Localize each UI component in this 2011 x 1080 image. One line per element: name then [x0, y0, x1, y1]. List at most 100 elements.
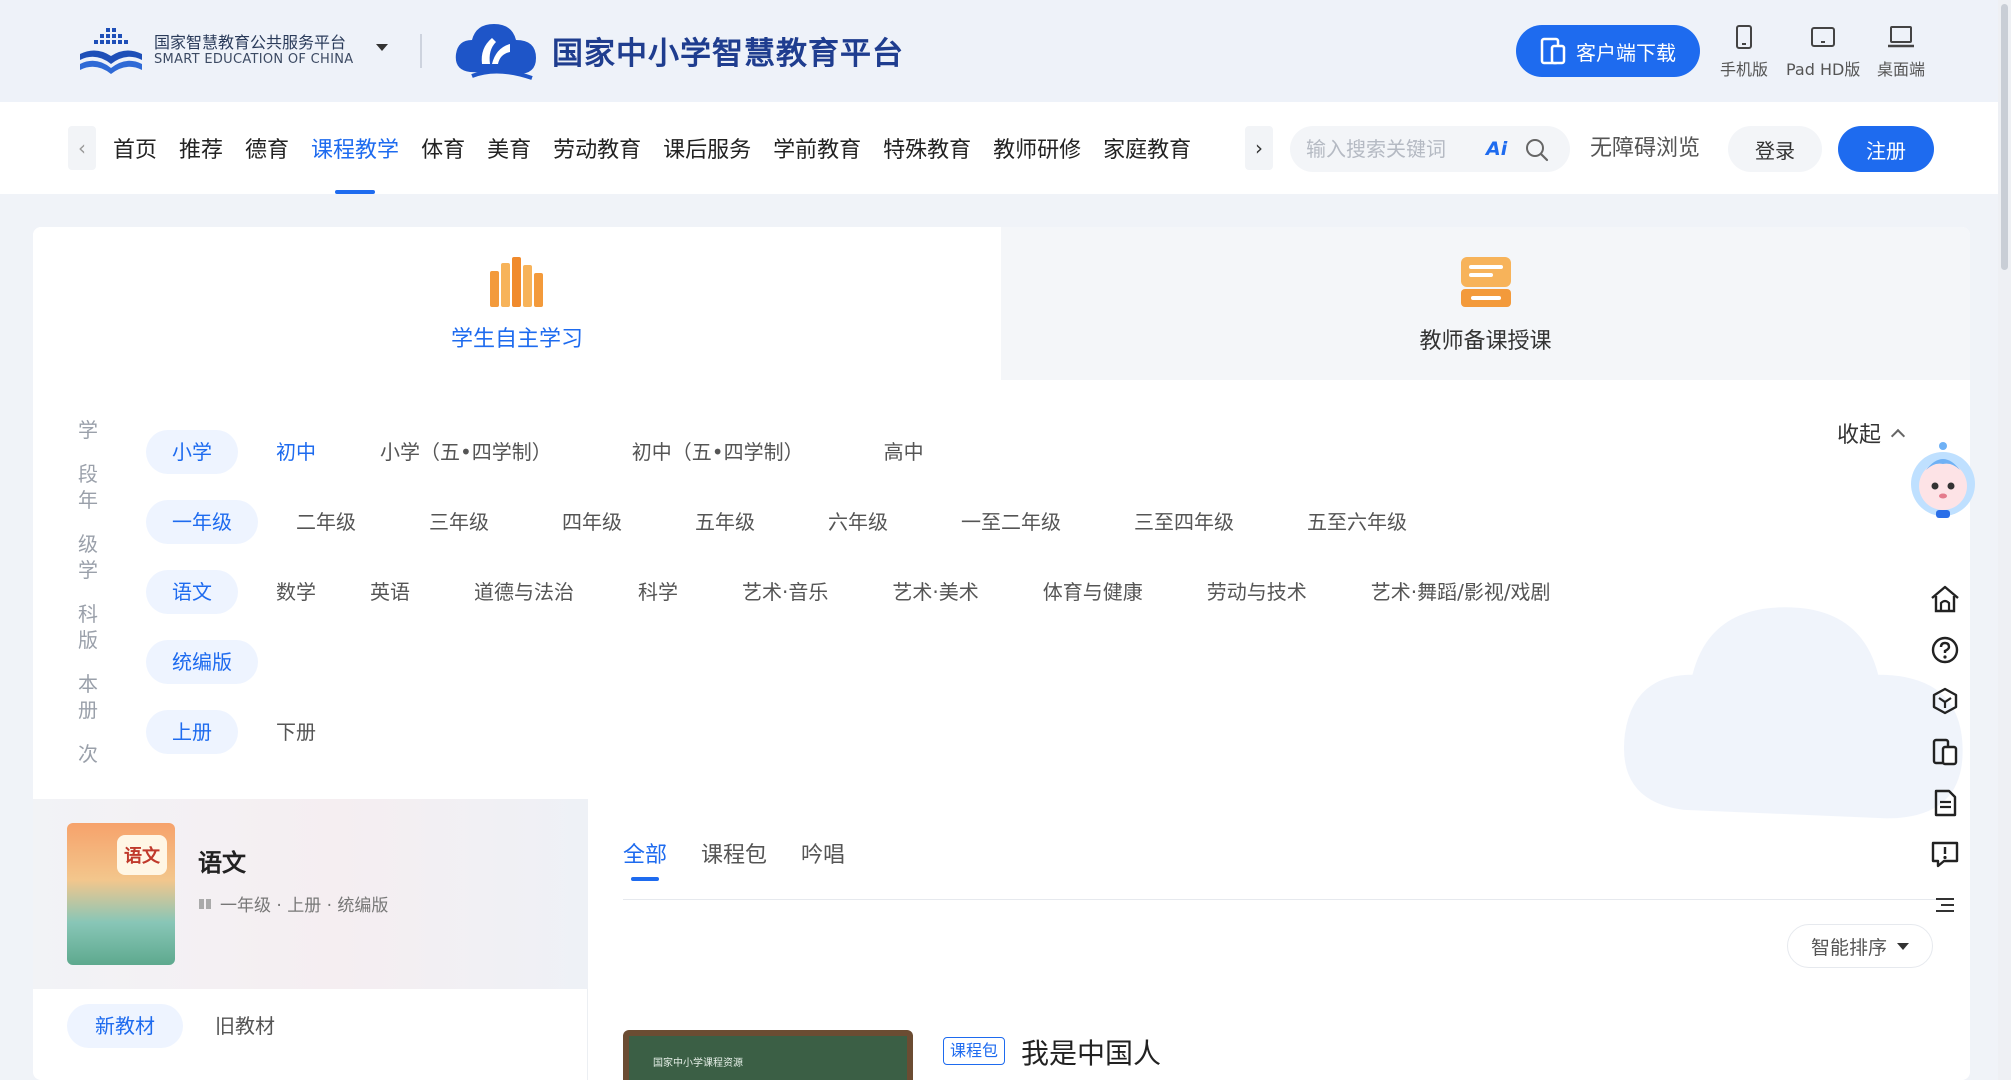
- filter-option[interactable]: 统编版: [146, 640, 258, 684]
- search-input[interactable]: [1306, 126, 1486, 172]
- collapse-filters-button[interactable]: 收起: [1837, 417, 1906, 449]
- side-app-button[interactable]: [1928, 684, 1962, 718]
- book-header: 语文 语文 一年级 · 上册 · 统编版: [33, 799, 588, 989]
- nav-item-teacher-training[interactable]: 教师研修: [993, 102, 1081, 194]
- filter-option[interactable]: 高中: [858, 430, 950, 474]
- book-panel: 语文 语文 一年级 · 上册 · 统编版 新教材 旧教材: [33, 799, 588, 1080]
- chevron-left-icon: ‹: [78, 136, 86, 160]
- tab-all[interactable]: 全部: [623, 823, 667, 881]
- nav-item-home[interactable]: 首页: [113, 102, 157, 194]
- side-home-button[interactable]: [1928, 582, 1962, 616]
- main-title: 国家中小学智慧教育平台: [552, 35, 904, 72]
- search-icon[interactable]: [1524, 137, 1550, 163]
- pad-version-link[interactable]: Pad HD版: [1786, 24, 1860, 80]
- desktop-version-link[interactable]: 桌面端: [1877, 24, 1925, 80]
- top-header: 国家智慧教育公共服务平台 SMART EDUCATION OF CHINA 国家…: [0, 0, 2011, 102]
- filter-option[interactable]: 初中（五•四学制）: [606, 430, 830, 474]
- book-title: 语文: [198, 849, 246, 877]
- mobile-version-label: 手机版: [1720, 60, 1769, 79]
- filter-option[interactable]: 语文: [146, 570, 238, 614]
- resource-thumbnail[interactable]: 国家中小学课程资源: [623, 1030, 913, 1080]
- sort-label: 智能排序: [1810, 936, 1887, 959]
- side-devices-button[interactable]: [1928, 735, 1962, 769]
- nav-item-family[interactable]: 家庭教育: [1103, 102, 1191, 194]
- nav-item-moral[interactable]: 德育: [245, 102, 289, 194]
- ai-search-icon[interactable]: Ai: [1486, 138, 1507, 160]
- platform-logo[interactable]: 国家智慧教育公共服务平台 SMART EDUCATION OF CHINA: [76, 26, 353, 76]
- nav-items: 首页 推荐 德育 课程教学 体育 美育 劳动教育 课后服务 学前教育 特殊教育 …: [113, 102, 1213, 194]
- filter-option[interactable]: 体育与健康: [1017, 570, 1169, 614]
- filter-option[interactable]: 科学: [612, 570, 704, 614]
- nav-item-preschool[interactable]: 学前教育: [773, 102, 861, 194]
- book-cover-badge: 语文: [117, 835, 167, 875]
- header-divider: [420, 34, 422, 68]
- resource-type-badge: 课程包: [943, 1037, 1006, 1065]
- devices-icon: [1540, 37, 1566, 65]
- platform-logo-icon: [80, 28, 142, 74]
- nav-item-course-teaching[interactable]: 课程教学: [311, 102, 399, 194]
- watermark-logo-icon: [1623, 607, 1963, 819]
- book-cover-image[interactable]: 语文: [67, 823, 175, 965]
- phone-icon: [1736, 25, 1752, 49]
- filter-option[interactable]: 六年级: [802, 500, 914, 544]
- filter-option[interactable]: 五至六年级: [1281, 500, 1433, 544]
- tab-teacher-prep[interactable]: 教师备课授课: [1001, 227, 1970, 380]
- nav-scroll-right-button[interactable]: ›: [1245, 126, 1273, 170]
- main-logo[interactable]: 国家中小学智慧教育平台: [452, 18, 904, 82]
- side-notes-button[interactable]: [1928, 786, 1962, 820]
- desktop-version-label: 桌面端: [1877, 60, 1926, 79]
- client-download-button[interactable]: 客户端下载: [1516, 25, 1700, 77]
- filter-option[interactable]: 道德与法治: [448, 570, 600, 614]
- edition-old[interactable]: 旧教材: [187, 1004, 303, 1048]
- tab-course-package[interactable]: 课程包: [701, 823, 767, 881]
- filter-option[interactable]: 一年级: [146, 500, 258, 544]
- filter-option[interactable]: 初中: [250, 430, 342, 474]
- content-tabs: 全部 课程包 吟唱: [623, 823, 879, 881]
- edition-tabs: 新教材 旧教材: [67, 1004, 307, 1048]
- resource-thumbnail-text: 国家中小学课程资源: [629, 1036, 907, 1080]
- assistant-mascot-icon[interactable]: [1906, 440, 1980, 520]
- filter-option[interactable]: 劳动与技术: [1181, 570, 1333, 614]
- nav-item-labor[interactable]: 劳动教育: [553, 102, 641, 194]
- nav-item-special[interactable]: 特殊教育: [883, 102, 971, 194]
- filter-option[interactable]: 五年级: [669, 500, 781, 544]
- nav-item-arts[interactable]: 美育: [487, 102, 531, 194]
- side-help-button[interactable]: [1928, 633, 1962, 667]
- page-scrollbar[interactable]: [1998, 0, 2011, 1080]
- scrollbar-thumb[interactable]: [2001, 4, 2008, 270]
- filter-option[interactable]: 艺术·美术: [866, 570, 1004, 614]
- document-icon: [1934, 789, 1957, 817]
- edition-new[interactable]: 新教材: [67, 1004, 183, 1048]
- tab-chanting[interactable]: 吟唱: [801, 823, 845, 881]
- filter-option[interactable]: 英语: [344, 570, 436, 614]
- platform-switch-caret-icon[interactable]: [376, 44, 388, 51]
- side-menu-button[interactable]: [1928, 888, 1962, 922]
- accessibility-link[interactable]: 无障碍浏览: [1590, 126, 1700, 172]
- filter-option[interactable]: 数学: [250, 570, 342, 614]
- filter-option[interactable]: 二年级: [270, 500, 382, 544]
- nav-item-sports[interactable]: 体育: [421, 102, 465, 194]
- filter-label-volume: 册次: [78, 698, 98, 766]
- book-icon: [199, 898, 211, 909]
- filter-option[interactable]: 三年级: [403, 500, 515, 544]
- filter-option[interactable]: 三至四年级: [1108, 500, 1260, 544]
- filter-option[interactable]: 一至二年级: [935, 500, 1087, 544]
- nav-scroll-left-button[interactable]: ‹: [68, 126, 96, 170]
- login-button[interactable]: 登录: [1728, 126, 1822, 172]
- register-button[interactable]: 注册: [1838, 126, 1934, 172]
- resource-title[interactable]: 我是中国人: [1021, 1032, 1161, 1072]
- filter-option[interactable]: 下册: [250, 710, 342, 754]
- feedback-icon: [1931, 841, 1959, 868]
- filter-option[interactable]: 艺术·音乐: [716, 570, 854, 614]
- filter-option[interactable]: 四年级: [536, 500, 648, 544]
- filter-option[interactable]: 小学（五•四学制）: [354, 430, 578, 474]
- nav-item-recommend[interactable]: 推荐: [179, 102, 223, 194]
- side-feedback-button[interactable]: [1928, 837, 1962, 871]
- nav-item-after-school[interactable]: 课后服务: [663, 102, 751, 194]
- sort-dropdown[interactable]: 智能排序: [1787, 924, 1933, 968]
- mobile-version-link[interactable]: 手机版: [1720, 24, 1768, 80]
- filter-option[interactable]: 艺术·舞蹈/影视/戏剧: [1345, 570, 1577, 614]
- filter-option[interactable]: 上册: [146, 710, 238, 754]
- tab-student-self-study[interactable]: 学生自主学习: [33, 227, 1001, 380]
- filter-option[interactable]: 小学: [146, 430, 238, 474]
